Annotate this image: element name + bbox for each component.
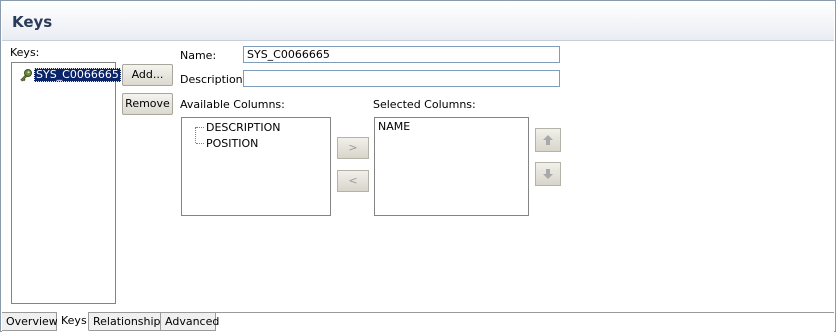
tree-connector — [195, 127, 196, 143]
list-item[interactable]: DESCRIPTION — [206, 121, 280, 135]
remove-column-button[interactable]: < — [337, 170, 369, 192]
available-columns-list[interactable]: DESCRIPTION POSITION — [181, 117, 331, 216]
remove-key-button[interactable]: Remove — [122, 93, 173, 115]
tab-relationships[interactable]: Relationships — [89, 313, 166, 331]
key-item-label: SYS_C0066665 — [34, 68, 121, 82]
description-field[interactable] — [243, 70, 560, 87]
tree-connector — [196, 143, 204, 144]
keys-label: Keys: — [10, 46, 40, 59]
arrow-up-icon — [543, 135, 553, 145]
editor-tabs: Overview Keys Relationships Advanced — [2, 312, 834, 333]
list-item[interactable]: POSITION — [206, 137, 258, 151]
selected-columns-label: Selected Columns: — [373, 98, 476, 111]
description-label: Description: — [180, 73, 247, 86]
list-item[interactable]: NAME — [378, 120, 410, 133]
tab-keys[interactable]: Keys — [57, 312, 89, 331]
name-field[interactable]: SYS_C0066665 — [243, 46, 560, 63]
page-title: Keys — [12, 13, 53, 31]
add-key-button[interactable]: Add... — [122, 64, 173, 86]
selected-columns-list[interactable]: NAME — [374, 117, 529, 216]
move-down-button[interactable] — [535, 162, 561, 186]
add-column-button[interactable]: > — [337, 137, 369, 159]
name-label: Name: — [180, 49, 217, 62]
tab-overview[interactable]: Overview — [2, 313, 58, 331]
available-columns-label: Available Columns: — [180, 98, 285, 111]
tab-advanced[interactable]: Advanced — [161, 313, 219, 331]
arrow-down-icon — [543, 169, 553, 179]
key-icon — [19, 68, 33, 82]
keys-list[interactable]: SYS_C0066665 — [11, 62, 121, 304]
tree-connector — [196, 127, 204, 128]
move-up-button[interactable] — [535, 128, 561, 152]
panel-header: Keys — [2, 2, 834, 41]
editor-panel: Keys Keys: SYS_C0066665 Add... Remove Na… — [0, 0, 836, 333]
